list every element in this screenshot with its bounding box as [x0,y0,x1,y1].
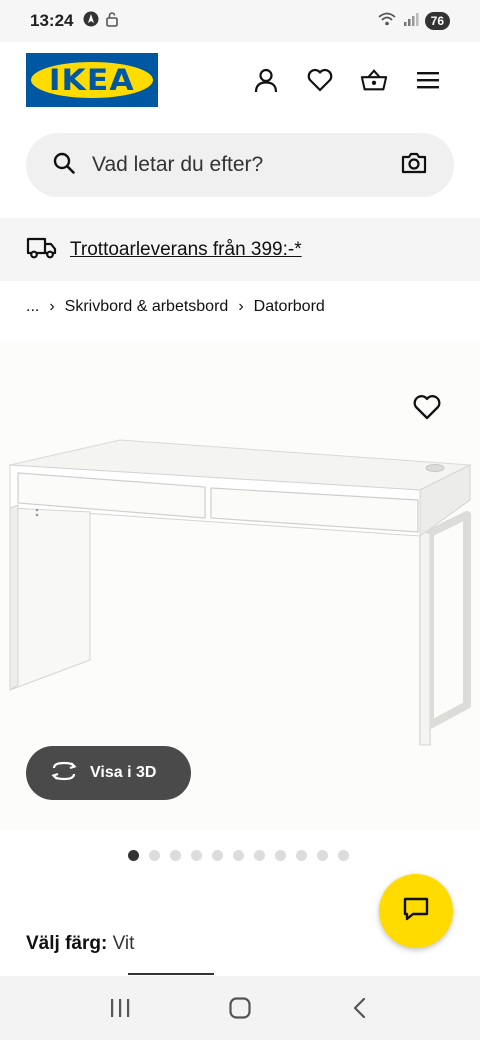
camera-icon[interactable] [400,151,428,180]
chat-button[interactable] [379,874,453,948]
site-header: IKEA [0,42,480,120]
carousel-dot[interactable] [296,850,307,861]
signal-icon [403,11,419,32]
navigation-icon [83,11,99,32]
menu-icon[interactable] [414,66,442,94]
breadcrumb-item-computer-desks[interactable]: Datorbord [254,298,325,316]
status-time: 13:24 [30,11,74,30]
ikea-logo[interactable]: IKEA [26,53,158,107]
selected-swatch-indicator [128,973,214,975]
search-icon [52,151,76,180]
color-selector: Välj färg: Vit [26,933,134,955]
back-icon[interactable] [340,988,380,1028]
search-placeholder: Vad letar du efter? [92,153,264,176]
carousel-dot[interactable] [233,850,244,861]
search-input[interactable]: Vad letar du efter? [26,133,454,197]
rotate-3d-icon [50,760,78,787]
promo-link[interactable]: Trottoarleverans från 399:-* [70,239,302,261]
carousel-dot[interactable] [275,850,286,861]
image-carousel-indicator [128,850,349,861]
truck-icon [26,234,58,265]
breadcrumb: ... › Skrivbord & arbetsbord › Datorbord [26,298,325,316]
color-label: Välj färg: [26,933,108,954]
color-value: Vit [112,933,135,954]
carousel-dot[interactable] [317,850,328,861]
delivery-promo-banner[interactable]: Trottoarleverans från 399:-* [0,218,480,281]
carousel-dot[interactable] [128,850,139,861]
chevron-right-icon: › [238,298,244,315]
recent-apps-icon[interactable] [100,988,140,1028]
carousel-dot[interactable] [254,850,265,861]
chevron-right-icon: › [49,298,55,315]
basket-icon[interactable] [360,66,388,94]
logo-oval: IKEA [31,62,153,98]
add-to-favourites-icon[interactable] [412,393,442,423]
breadcrumb-item-desks[interactable]: Skrivbord & arbetsbord [65,298,229,316]
system-navigation-bar [0,976,480,1040]
logo-text: IKEA [49,63,135,97]
carousel-dot[interactable] [191,850,202,861]
lock-icon [105,11,119,32]
carousel-dot[interactable] [212,850,223,861]
heart-icon[interactable] [306,66,334,94]
view-in-3d-button[interactable]: Visa i 3D [26,746,191,800]
breadcrumb-ellipsis[interactable]: ... [26,298,39,316]
carousel-dot[interactable] [170,850,181,861]
battery-indicator: 76 [424,12,450,30]
carousel-dot[interactable] [149,850,160,861]
status-bar: 13:24 76 [0,0,480,42]
view-in-3d-label: Visa i 3D [90,764,157,781]
user-icon[interactable] [252,66,280,94]
chat-icon [401,895,431,928]
home-icon[interactable] [220,988,260,1028]
carousel-dot[interactable] [338,850,349,861]
wifi-icon [377,11,397,32]
